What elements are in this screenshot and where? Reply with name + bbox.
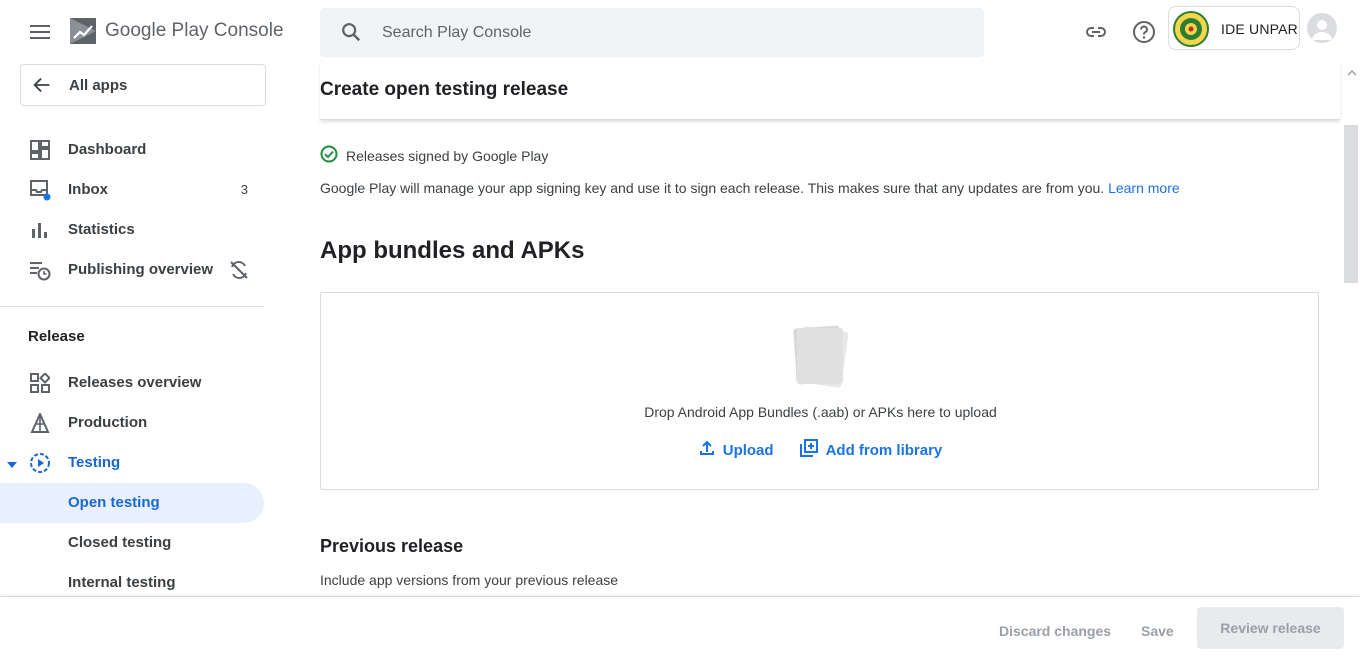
page-title: Create open testing release — [320, 79, 569, 100]
discard-changes-button[interactable]: Discard changes — [999, 623, 1111, 639]
add-from-library-button[interactable]: Add from library — [799, 439, 943, 461]
upload-drop-zone[interactable]: Drop Android App Bundles (.aab) or APKs … — [320, 292, 1319, 490]
main-content: Create open testing release Releases sig… — [320, 64, 1342, 596]
inbox-count-badge: 3 — [240, 182, 248, 197]
app-logo-text[interactable]: Google Play Console — [105, 20, 284, 42]
bar-chart-icon — [28, 218, 52, 242]
page-header: Create open testing release — [320, 64, 1340, 120]
arrow-back-icon — [31, 74, 53, 101]
link-icon[interactable] — [1082, 18, 1110, 46]
save-button[interactable]: Save — [1141, 623, 1174, 639]
publishing-icon — [28, 258, 52, 282]
signing-description-text: Google Play will manage your app signing… — [320, 180, 1105, 196]
upload-actions: Upload Add from library — [321, 439, 1320, 461]
upload-button[interactable]: Upload — [699, 439, 774, 461]
file-stack-icon — [789, 323, 849, 389]
sidebar-item-closed-testing[interactable]: Closed testing — [0, 523, 264, 563]
all-apps-label: All apps — [69, 77, 128, 94]
help-icon[interactable] — [1130, 18, 1158, 46]
sidebar-item-dashboard[interactable]: Dashboard — [0, 130, 264, 170]
sidebar-item-production[interactable]: Production — [0, 403, 264, 443]
learn-more-link[interactable]: Learn more — [1108, 180, 1180, 196]
drop-hint: Drop Android App Bundles (.aab) or APKs … — [644, 404, 997, 420]
add-from-library-label: Add from library — [825, 441, 943, 459]
testing-icon — [28, 451, 52, 475]
signing-description: Google Play will manage your app signing… — [320, 180, 1180, 196]
sidebar-item-statistics[interactable]: Statistics — [0, 210, 264, 250]
sidebar-item-label: Open testing — [68, 494, 160, 511]
sidebar-item-publishing-overview[interactable]: Publishing overview — [0, 250, 264, 290]
bundles-heading: App bundles and APKs — [320, 237, 585, 264]
production-icon — [28, 411, 52, 435]
library-add-icon — [799, 439, 818, 461]
sidebar-item-label: Testing — [68, 454, 121, 471]
sidebar-item-label: Statistics — [68, 221, 135, 238]
top-app-bar: Google Play Console IDE UNPAR — [0, 0, 1360, 64]
search-input[interactable] — [382, 20, 942, 46]
university-seal-icon — [1173, 11, 1209, 47]
release-section-title: Release — [28, 328, 85, 345]
logo-console: Console — [213, 20, 284, 41]
sidebar: All apps Dashboard Inbox 3 Statistics Pu… — [0, 64, 266, 596]
all-apps-button[interactable]: All apps — [20, 64, 266, 106]
sidebar-item-testing[interactable]: Testing — [0, 443, 264, 483]
search-bar[interactable] — [320, 8, 984, 57]
account-name: IDE UNPAR — [1221, 21, 1298, 37]
sidebar-item-label: Closed testing — [68, 534, 172, 551]
sidebar-item-label: Releases overview — [68, 374, 202, 391]
sidebar-item-releases-overview[interactable]: Releases overview — [0, 363, 264, 403]
upload-label: Upload — [722, 441, 774, 459]
signing-status: Releases signed by Google Play — [320, 145, 549, 168]
upload-icon — [699, 440, 715, 460]
sync-disabled-icon[interactable] — [228, 259, 250, 286]
releases-icon — [28, 371, 52, 395]
previous-release-heading: Previous release — [320, 536, 464, 556]
sidebar-item-label: Publishing overview — [68, 261, 214, 278]
scrollbar-thumb[interactable] — [1344, 125, 1358, 283]
dashboard-icon — [28, 138, 52, 162]
sidebar-divider — [0, 306, 264, 307]
signing-status-label: Releases signed by Google Play — [346, 148, 549, 164]
bottom-action-bar: Discard changes Save Review release — [0, 596, 1360, 664]
inbox-icon — [28, 178, 52, 202]
menu-icon[interactable] — [26, 18, 54, 46]
previous-release-description: Include app versions from your previous … — [320, 572, 619, 588]
sidebar-item-open-testing[interactable]: Open testing — [0, 483, 264, 523]
sidebar-item-inbox[interactable]: Inbox 3 — [0, 170, 264, 210]
scroll-up-arrow-icon[interactable] — [1346, 66, 1358, 78]
logo-google-play: Google Play — [105, 20, 209, 41]
sidebar-item-label: Internal testing — [68, 574, 176, 591]
play-console-logo-icon — [68, 16, 98, 46]
developer-account-chip[interactable]: IDE UNPAR — [1168, 6, 1300, 50]
sidebar-item-label: Inbox — [68, 181, 108, 198]
sidebar-item-label: Dashboard — [68, 141, 147, 158]
sidebar-item-label: Production — [68, 414, 148, 431]
review-release-button[interactable]: Review release — [1197, 607, 1344, 649]
check-circle-icon — [320, 145, 338, 168]
user-avatar[interactable] — [1307, 13, 1337, 43]
search-icon — [340, 21, 362, 48]
expand-caret-icon[interactable] — [6, 457, 18, 475]
